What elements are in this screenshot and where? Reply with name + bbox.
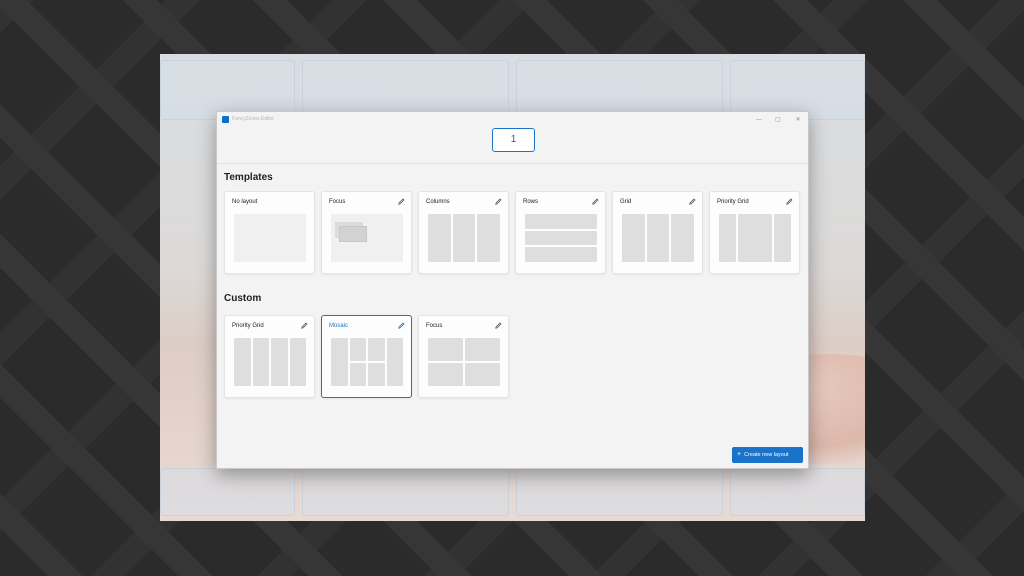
editor-window: FancyZones Editor — ▢ ✕ 1 Templates No l…	[216, 111, 809, 469]
card-label: No layout	[232, 199, 258, 205]
custom-card-priority-grid[interactable]: Priority Grid	[224, 315, 315, 398]
card-label: Mosaic	[329, 323, 349, 329]
edit-icon[interactable]	[397, 197, 406, 206]
monitor-selector-button[interactable]: 1	[492, 128, 535, 152]
layout-preview-priority-grid	[234, 338, 306, 386]
desktop-zone	[730, 468, 865, 516]
custom-card-focus[interactable]: Focus	[418, 315, 509, 398]
template-card-rows[interactable]: Rows	[515, 191, 606, 274]
layout-preview-grid-2x2	[428, 338, 500, 386]
template-card-no-layout[interactable]: No layout	[224, 191, 315, 274]
card-label: Focus	[426, 323, 443, 329]
close-button[interactable]: ✕	[791, 114, 805, 126]
card-label: Columns	[426, 199, 450, 205]
title-bar: FancyZones Editor — ▢ ✕	[217, 112, 808, 128]
template-card-grid[interactable]: Grid	[612, 191, 703, 274]
desktop-zone	[160, 468, 295, 516]
custom-card-mosaic[interactable]: Mosaic	[321, 315, 412, 398]
create-new-layout-button[interactable]: + Create new layout	[732, 447, 803, 463]
card-label: Grid	[620, 199, 632, 205]
app-icon	[222, 116, 229, 123]
edit-icon[interactable]	[494, 321, 503, 330]
maximize-button[interactable]: ▢	[771, 114, 785, 126]
header-divider	[217, 163, 808, 164]
layout-preview-empty	[234, 214, 306, 262]
template-card-focus[interactable]: Focus	[321, 191, 412, 274]
layout-preview-focus	[331, 214, 403, 262]
edit-icon[interactable]	[494, 197, 503, 206]
edit-icon[interactable]	[688, 197, 697, 206]
card-label: Priority Grid	[717, 199, 749, 205]
template-card-columns[interactable]: Columns	[418, 191, 509, 274]
desktop-zone	[302, 468, 509, 516]
card-label: Priority Grid	[232, 323, 264, 329]
layout-preview-mosaic	[331, 338, 403, 386]
window-title: FancyZones Editor	[232, 116, 274, 122]
card-label: Focus	[329, 199, 346, 205]
custom-heading: Custom	[224, 293, 262, 304]
create-button-label: Create new layout	[744, 452, 789, 458]
templates-heading: Templates	[224, 172, 273, 183]
desktop-zone	[516, 468, 723, 516]
card-label: Rows	[523, 199, 539, 205]
minimize-button[interactable]: —	[752, 114, 766, 126]
edit-icon[interactable]	[397, 321, 406, 330]
layout-preview-priority-grid	[719, 214, 791, 262]
layout-preview-columns	[428, 214, 500, 262]
layout-preview-rows	[525, 214, 597, 262]
edit-icon[interactable]	[300, 321, 309, 330]
layout-preview-grid	[622, 214, 694, 262]
edit-icon[interactable]	[591, 197, 600, 206]
template-card-priority-grid[interactable]: Priority Grid	[709, 191, 800, 274]
edit-icon[interactable]	[785, 197, 794, 206]
plus-icon: +	[737, 451, 742, 458]
